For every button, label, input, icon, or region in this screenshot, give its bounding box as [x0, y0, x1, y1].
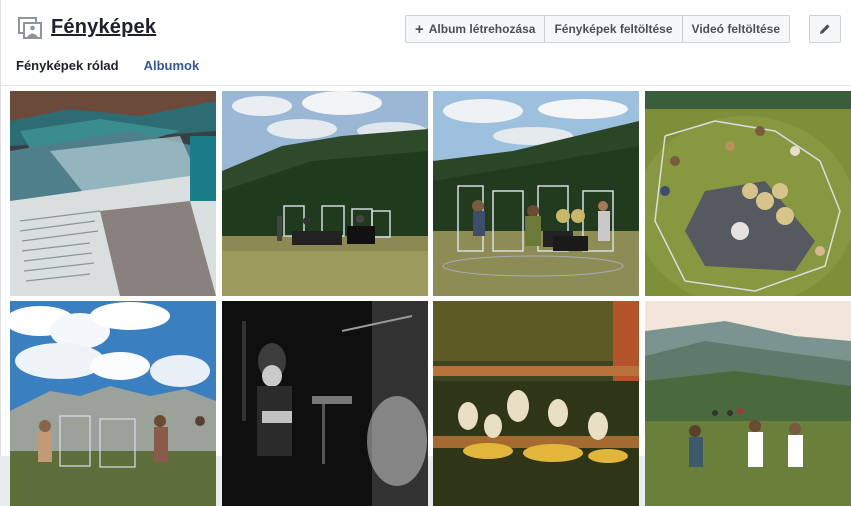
upload-video-label: Videó feltöltése — [691, 22, 781, 36]
photo-thumbnail[interactable] — [222, 91, 428, 296]
tab-albums[interactable]: Albumok — [144, 58, 200, 73]
photo-thumbnail[interactable] — [433, 301, 639, 506]
photos-section: Fényképek + Album létrehozása Fényképek … — [0, 0, 851, 506]
photos-header: Fényképek + Album létrehozása Fényképek … — [1, 0, 851, 86]
photo-thumbnail[interactable] — [645, 301, 851, 506]
upload-photos-button[interactable]: Fényképek feltöltése — [544, 16, 681, 42]
tab-photos-of-you[interactable]: Fényképek rólad — [16, 58, 119, 73]
upload-photos-label: Fényképek feltöltése — [554, 22, 673, 36]
page-title[interactable]: Fényképek — [51, 16, 156, 39]
create-album-label: Album létrehozása — [428, 22, 536, 36]
photos-icon — [18, 17, 42, 39]
create-album-button[interactable]: + Album létrehozása — [406, 16, 544, 42]
photo-thumbnail[interactable] — [645, 91, 851, 296]
pencil-icon — [820, 24, 830, 34]
photo-thumbnail[interactable] — [10, 301, 216, 506]
edit-button[interactable] — [809, 15, 841, 43]
photo-tabs: Fényképek rólad Albumok — [16, 58, 224, 73]
header-actions: + Album létrehozása Fényképek feltöltése… — [405, 15, 791, 43]
photo-thumbnail[interactable] — [222, 301, 428, 506]
photo-thumbnail[interactable] — [433, 91, 639, 296]
plus-icon: + — [415, 20, 424, 38]
photo-thumbnail[interactable] — [10, 91, 216, 296]
upload-video-button[interactable]: Videó feltöltése — [681, 16, 789, 42]
